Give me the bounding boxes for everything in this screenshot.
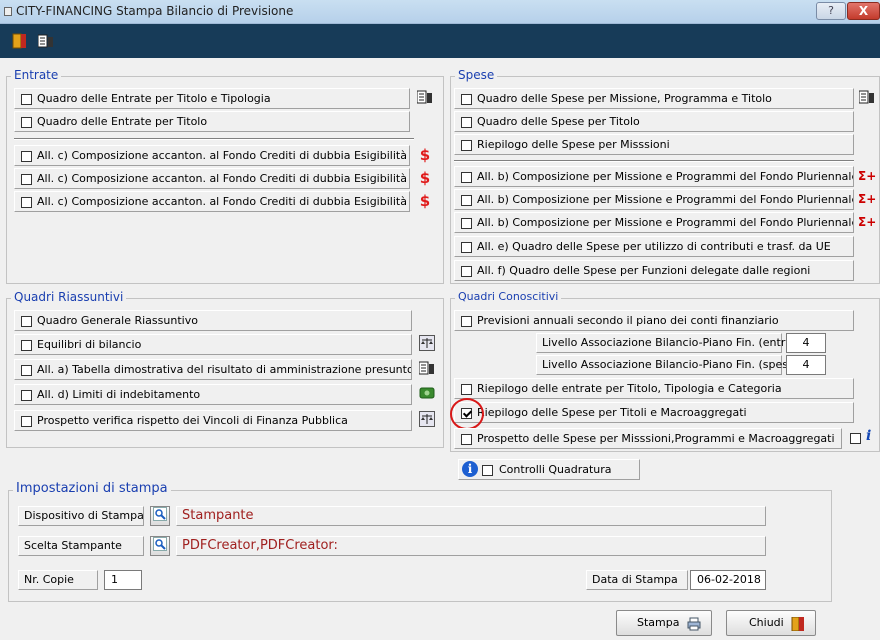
balance-scale-icon[interactable] [418, 335, 436, 353]
report-grid-icon[interactable] [416, 89, 434, 107]
option-fcde-2020[interactable]: All. c) Composizione accanton. al Fondo … [14, 191, 410, 212]
option-spese-contributi-ue[interactable]: All. e) Quadro delle Spese per utilizzo … [454, 236, 854, 257]
option-entrate-titolo[interactable]: Quadro delle Entrate per Titolo [14, 111, 410, 132]
checkbox[interactable] [21, 174, 32, 185]
title-bar: CITY-FINANCING Stampa Bilancio di Previs… [0, 0, 880, 24]
option-fpv-2018[interactable]: All. b) Composizione per Missione e Prog… [454, 166, 854, 187]
livello-entrata-input[interactable]: 4 [786, 333, 826, 353]
checkbox[interactable] [461, 172, 472, 183]
option-quadro-generale[interactable]: Quadro Generale Riassuntivo [14, 310, 412, 331]
checkbox[interactable] [21, 365, 32, 376]
spese-title: Spese [455, 68, 498, 82]
option-riepilogo-entrate[interactable]: Riepilogo delle entrate per Titolo, Tipo… [454, 378, 854, 399]
checkbox[interactable] [21, 94, 32, 105]
checkbox[interactable] [461, 316, 472, 327]
checkbox[interactable] [461, 266, 472, 277]
option-spese-missione-programma-titolo[interactable]: Quadro delle Spese per Missione, Program… [454, 88, 854, 109]
entrate-title: Entrate [11, 68, 62, 82]
checkbox[interactable] [461, 140, 472, 151]
door-exit-icon[interactable] [12, 33, 28, 49]
info-icon[interactable]: i [462, 461, 478, 477]
chiudi-button[interactable]: Chiudi [726, 610, 816, 636]
option-risultato-amministrazione[interactable]: All. a) Tabella dimostrativa del risulta… [14, 359, 412, 380]
nr-copie-input[interactable]: 1 [104, 570, 142, 590]
quadri-conoscitivi-title: Quadri Conoscitivi [455, 290, 562, 303]
quadri-riassuntivi-title: Quadri Riassuntivi [11, 290, 127, 304]
checkbox[interactable] [461, 384, 472, 395]
checkbox[interactable] [21, 197, 32, 208]
report-grid-icon[interactable] [37, 33, 54, 49]
option-fcde-2019[interactable]: All. c) Composizione accanton. al Fondo … [14, 168, 410, 189]
checkbox[interactable] [482, 465, 493, 476]
option-fcde-2018[interactable]: All. c) Composizione accanton. al Fondo … [14, 145, 410, 166]
livello-spesa-label: Livello Associazione Bilancio-Piano Fin.… [536, 355, 799, 375]
checkbox[interactable] [21, 316, 32, 327]
dollar-icon[interactable]: $ [416, 192, 434, 210]
window-title: CITY-FINANCING Stampa Bilancio di Previs… [16, 4, 294, 18]
sigma-plus-icon[interactable]: Σ+ [858, 213, 876, 231]
option-previsioni-annuali[interactable]: Previsioni annuali secondo il piano dei … [454, 310, 854, 331]
checkbox[interactable] [21, 390, 32, 401]
divider [14, 138, 414, 140]
data-stampa-input[interactable]: 06-02-2018 [690, 570, 766, 590]
scelta-stampante-label: Scelta Stampante [18, 536, 144, 556]
controlli-quadratura[interactable]: i Controlli Quadratura [458, 459, 640, 480]
checkbox[interactable] [21, 117, 32, 128]
checkbox[interactable] [461, 218, 472, 229]
option-equilibri-bilancio[interactable]: Equilibri di bilancio [14, 334, 412, 355]
checkbox[interactable] [21, 340, 32, 351]
checkbox[interactable] [461, 242, 472, 253]
data-stampa-label: Data di Stampa [586, 570, 688, 590]
sigma-plus-icon[interactable]: Σ+ [858, 190, 876, 208]
door-exit-icon [791, 616, 805, 632]
balance-scale-icon[interactable] [418, 411, 436, 429]
option-vincoli-finanza-pubblica[interactable]: Prospetto verifica rispetto dei Vincoli … [14, 410, 412, 431]
checkbox[interactable] [461, 195, 472, 206]
close-window-button[interactable]: X [847, 2, 880, 20]
checkbox[interactable] [461, 434, 472, 445]
checkbox[interactable] [461, 117, 472, 128]
toolbar [0, 24, 880, 58]
window-menu-icon[interactable] [4, 7, 12, 16]
lookup-magnifier-icon[interactable] [150, 506, 170, 526]
option-riepilogo-spese-macroaggregati[interactable]: Riepilogo delle Spese per Titoli e Macro… [454, 402, 854, 423]
option-fpv-2019[interactable]: All. b) Composizione per Missione e Prog… [454, 189, 854, 210]
scelta-stampante-value: PDFCreator,PDFCreator: [176, 536, 766, 556]
checkbox[interactable] [461, 94, 472, 105]
option-spese-titolo[interactable]: Quadro delle Spese per Titolo [454, 111, 854, 132]
option-riepilogo-spese-missioni[interactable]: Riepilogo delle Spese per Misssioni [454, 134, 854, 155]
option-prospetto-spese-missioni[interactable]: Prospetto delle Spese per Misssioni,Prog… [454, 428, 842, 449]
option-fpv-2020[interactable]: All. b) Composizione per Missione e Prog… [454, 212, 854, 233]
option-limiti-indebitamento[interactable]: All. d) Limiti di indebitamento [14, 384, 412, 405]
checkbox[interactable] [850, 433, 861, 444]
divider [454, 160, 854, 162]
nr-copie-label: Nr. Copie [18, 570, 98, 590]
report-grid-icon[interactable] [858, 89, 876, 107]
lookup-magnifier-icon[interactable] [150, 536, 170, 556]
dollar-icon[interactable]: $ [416, 169, 434, 187]
help-button[interactable]: ? [816, 2, 846, 20]
dispositivo-stampa-label: Dispositivo di Stampa [18, 506, 144, 526]
livello-entrata-label: Livello Associazione Bilancio-Piano Fin.… [536, 333, 803, 353]
option-spese-funzioni-delegate[interactable]: All. f) Quadro delle Spese per Funzioni … [454, 260, 854, 281]
livello-spesa-input[interactable]: 4 [786, 355, 826, 375]
dollar-icon[interactable]: $ [416, 146, 434, 164]
money-icon[interactable] [418, 385, 436, 403]
info-icon[interactable]: i [866, 428, 871, 444]
checkbox[interactable] [21, 416, 32, 427]
red-annotation-circle [450, 398, 484, 430]
report-grid-icon[interactable] [418, 360, 436, 378]
impostazioni-stampa-title: Impostazioni di stampa [13, 481, 171, 496]
checkbox[interactable] [21, 151, 32, 162]
printer-icon [687, 616, 701, 631]
dispositivo-stampa-value: Stampante [176, 506, 766, 526]
stampa-button[interactable]: Stampa [616, 610, 712, 636]
sigma-plus-icon[interactable]: Σ+ [858, 167, 876, 185]
prospetto-extra: i [848, 428, 878, 448]
option-entrate-titolo-tipologia[interactable]: Quadro delle Entrate per Titolo e Tipolo… [14, 88, 410, 109]
